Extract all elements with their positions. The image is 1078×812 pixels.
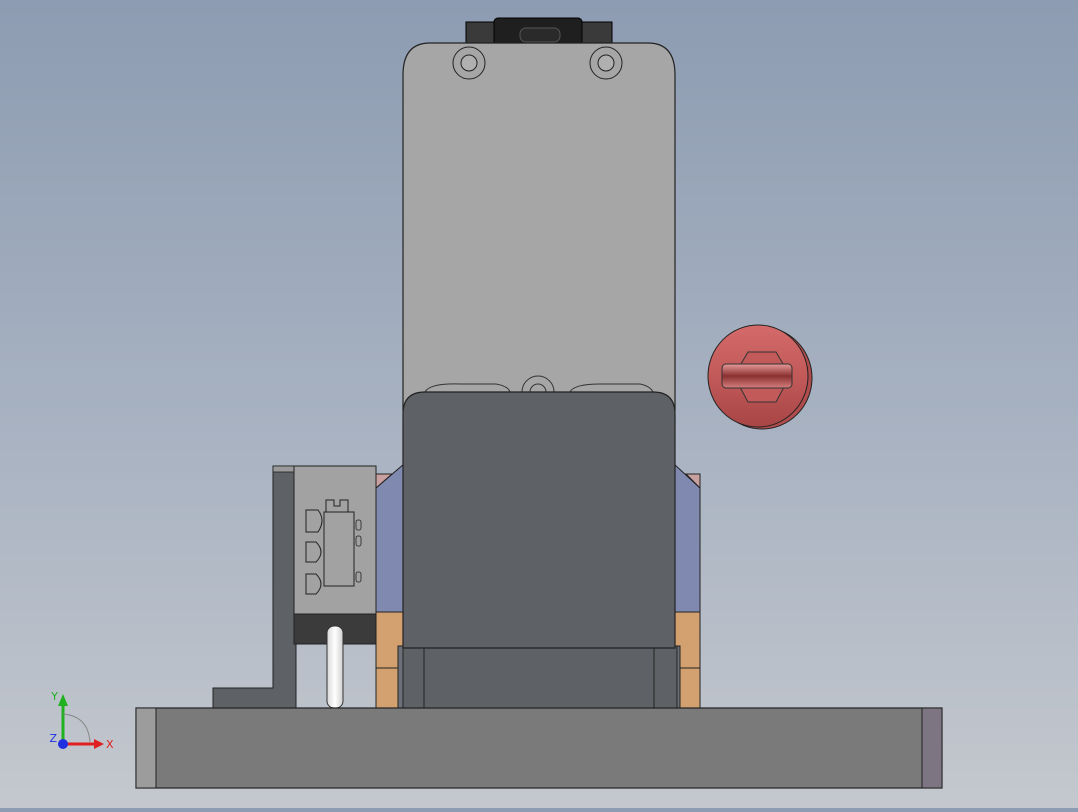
rotary-knob <box>707 324 813 430</box>
z-axis-dot <box>58 739 68 749</box>
y-axis-label: Y <box>50 690 58 703</box>
coordinate-triad: Y X Z <box>49 690 114 751</box>
z-axis-label: Z <box>49 732 57 745</box>
base-plate <box>135 707 943 789</box>
gearbox-housing <box>402 391 676 649</box>
cad-assembly-drawing: Y X Z <box>49 17 943 789</box>
l-bracket <box>212 465 297 709</box>
motor-can <box>402 42 676 411</box>
cad-viewport[interactable]: Y X Z <box>0 0 1078 808</box>
x-axis-label: X <box>106 738 114 751</box>
limit-switch <box>293 465 377 709</box>
